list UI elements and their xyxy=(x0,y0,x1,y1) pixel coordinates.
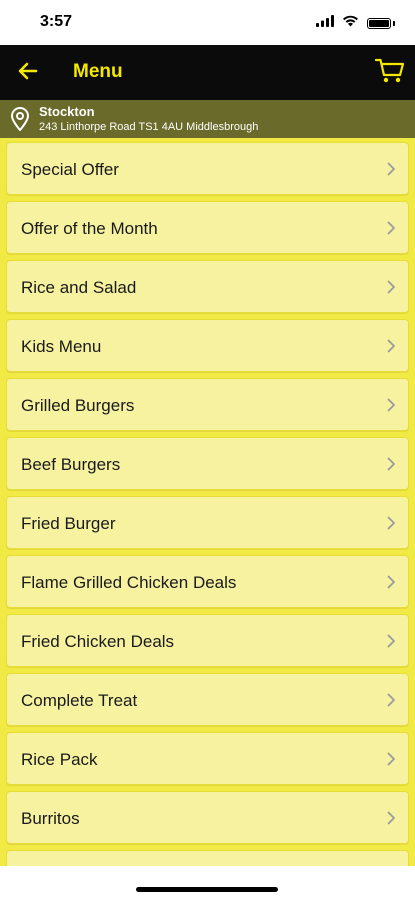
menu-item-label: Grilled Burgers xyxy=(21,396,135,415)
chevron-right-icon xyxy=(387,339,396,358)
menu-item-label: Rice Pack xyxy=(21,750,98,769)
menu-item-special-offer[interactable]: Special Offer xyxy=(6,142,409,195)
menu-item-label: Burritos xyxy=(21,809,80,828)
menu-item-offer-of-the-month[interactable]: Offer of the Month xyxy=(6,201,409,254)
signal-icon xyxy=(316,14,334,32)
menu-item-label: Fried Burger xyxy=(21,514,116,533)
page-title: Menu xyxy=(73,61,123,82)
status-icons xyxy=(316,14,395,32)
battery-cap xyxy=(393,20,395,26)
navigation-bar: Menu xyxy=(0,45,415,100)
menu-item-grilled-burgers[interactable]: Grilled Burgers xyxy=(6,378,409,431)
status-time: 3:57 xyxy=(40,13,73,30)
chevron-right-icon xyxy=(387,398,396,417)
chevron-right-icon xyxy=(387,634,396,653)
location-address: 243 Linthorpe Road TS1 4AU Middlesbrough xyxy=(39,121,259,133)
menu-item-flame-grilled-chicken-deals[interactable]: Flame Grilled Chicken Deals xyxy=(6,555,409,608)
arrow-left-icon xyxy=(18,62,38,85)
menu-item-label: Kids Menu xyxy=(21,337,102,356)
menu-item-rice-pack[interactable]: Rice Pack xyxy=(6,732,409,785)
status-bar: 3:57 xyxy=(0,0,415,45)
battery-icon xyxy=(367,17,391,29)
menu-item-label: Complete Treat xyxy=(21,691,138,710)
location-pin-icon xyxy=(10,107,30,136)
menu-item-partial[interactable] xyxy=(6,850,409,866)
chevron-right-icon xyxy=(387,693,396,712)
shopping-cart-icon xyxy=(374,58,405,89)
menu-category-list: Special Offer Offer of the Month Rice an… xyxy=(0,142,415,866)
menu-item-fried-burger[interactable]: Fried Burger xyxy=(6,496,409,549)
menu-item-label: Flame Grilled Chicken Deals xyxy=(21,573,237,592)
menu-item-label: Fried Chicken Deals xyxy=(21,632,175,651)
chevron-right-icon xyxy=(387,575,396,594)
home-indicator[interactable] xyxy=(136,887,278,892)
chevron-right-icon xyxy=(387,457,396,476)
menu-item-rice-and-salad[interactable]: Rice and Salad xyxy=(6,260,409,313)
back-button[interactable] xyxy=(12,57,44,89)
chevron-right-icon xyxy=(387,516,396,535)
chevron-right-icon xyxy=(387,811,396,830)
menu-item-kids-menu[interactable]: Kids Menu xyxy=(6,319,409,372)
location-name: Stockton xyxy=(39,104,95,119)
menu-list-area[interactable]: Special Offer Offer of the Month Rice an… xyxy=(0,138,415,866)
menu-item-burritos[interactable]: Burritos xyxy=(6,791,409,844)
menu-item-label: Rice and Salad xyxy=(21,278,137,297)
chevron-right-icon xyxy=(387,280,396,299)
chevron-right-icon xyxy=(387,752,396,771)
wifi-icon xyxy=(342,14,359,32)
home-indicator-area xyxy=(0,866,415,900)
menu-item-beef-burgers[interactable]: Beef Burgers xyxy=(6,437,409,490)
menu-item-label: Beef Burgers xyxy=(21,455,121,474)
cart-button[interactable] xyxy=(373,57,407,89)
menu-item-fried-chicken-deals[interactable]: Fried Chicken Deals xyxy=(6,614,409,667)
chevron-right-icon xyxy=(387,162,396,181)
location-bar: Stockton 243 Linthorpe Road TS1 4AU Midd… xyxy=(0,100,415,138)
chevron-right-icon xyxy=(387,221,396,240)
menu-item-label: Offer of the Month xyxy=(21,219,158,238)
menu-item-label: Special Offer xyxy=(21,160,119,179)
menu-item-complete-treat[interactable]: Complete Treat xyxy=(6,673,409,726)
